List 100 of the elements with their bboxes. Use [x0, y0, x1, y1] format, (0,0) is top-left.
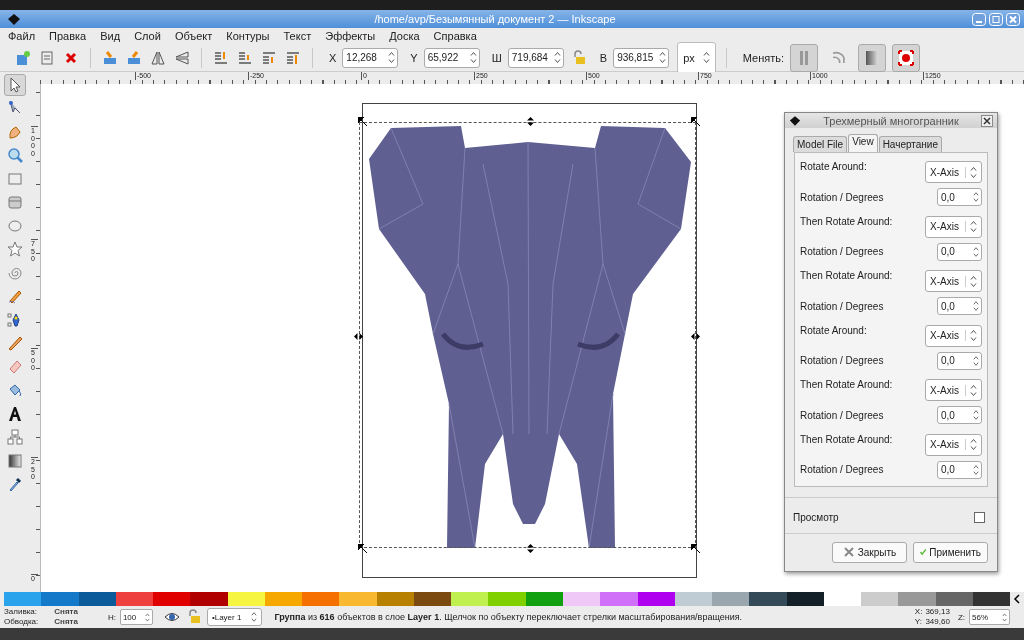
duplicate-icon[interactable] [14, 48, 32, 67]
tab[interactable]: Начертание [878, 136, 943, 153]
color-swatch[interactable] [972, 592, 1011, 606]
menu-item[interactable]: Справка [433, 30, 477, 42]
menu-item[interactable]: Правка [49, 30, 87, 42]
unit-dropdown[interactable]: px [677, 41, 716, 74]
spin-field[interactable]: 936,815 [613, 47, 670, 68]
rotate-right-icon[interactable] [125, 48, 143, 67]
degrees-field[interactable]: 0,0 [937, 351, 982, 370]
degrees-field[interactable]: 0,0 [937, 460, 982, 479]
scale-handle-icon[interactable] [526, 544, 535, 553]
color-swatch[interactable] [861, 592, 899, 606]
spin-field[interactable]: 65,922 [423, 47, 480, 68]
toggle-button[interactable] [892, 43, 920, 72]
scale-handle-icon[interactable] [354, 332, 363, 341]
color-swatch[interactable] [786, 592, 824, 606]
status-message: Группа из 616 объектов в слое Layer 1. Щелчок по объекту переключает стрелки масштабирования/вращения. [274, 612, 744, 622]
menu-item[interactable]: Контуры [226, 30, 270, 42]
menu-item[interactable]: Текст [283, 30, 312, 42]
zoom-field[interactable]: 56% [969, 609, 1010, 625]
spinner-arrows-icon[interactable] [973, 246, 979, 257]
color-swatch[interactable] [935, 592, 973, 606]
menu-item[interactable]: Вид [100, 30, 121, 42]
spinner-arrows-icon[interactable] [973, 355, 979, 366]
spin-field[interactable]: 12,268 [342, 47, 399, 68]
degrees-field[interactable]: 0,0 [937, 188, 982, 207]
menu-item[interactable]: Эффекты [325, 30, 376, 42]
spinner-arrows-icon[interactable] [659, 52, 667, 63]
color-swatch[interactable] [190, 592, 228, 606]
close-button[interactable]: Закрыть [832, 542, 907, 563]
spinner-arrows-icon[interactable] [973, 410, 979, 421]
color-swatch[interactable] [4, 592, 42, 606]
menu-item[interactable]: Доска [389, 30, 420, 42]
spinner-arrows-icon[interactable] [973, 301, 979, 312]
spinner-arrows-icon[interactable] [973, 464, 979, 475]
spinner-arrows-icon[interactable] [1002, 612, 1007, 622]
color-swatch[interactable] [302, 592, 340, 606]
color-swatch[interactable] [712, 592, 750, 606]
menu-item[interactable]: Слой [134, 30, 161, 42]
color-swatch[interactable] [153, 592, 191, 606]
scale-handle-icon[interactable] [691, 117, 700, 126]
field-label: Rotation / Degrees [800, 355, 884, 367]
scale-handle-icon[interactable] [691, 544, 700, 553]
scale-handle-icon[interactable] [358, 117, 367, 126]
color-swatch[interactable] [376, 592, 414, 606]
color-swatch[interactable] [115, 592, 154, 606]
degrees-field[interactable]: 0,0 [937, 297, 982, 316]
color-swatch[interactable] [563, 592, 601, 606]
tool-button[interactable] [4, 74, 26, 96]
maximize-icon[interactable] [989, 12, 1003, 26]
axis-dropdown[interactable]: X-Axis [925, 324, 982, 347]
toggle-button[interactable] [790, 43, 818, 72]
color-swatch[interactable] [227, 592, 265, 606]
axis-dropdown[interactable]: X-Axis [925, 270, 982, 293]
color-swatch[interactable] [78, 592, 116, 606]
opacity-field[interactable]: 100 [119, 609, 153, 625]
spin-field[interactable]: 719,684 [507, 47, 564, 68]
spinner-arrows-icon[interactable] [702, 52, 710, 63]
spinner-arrows-icon[interactable] [973, 192, 979, 203]
spinner-arrows-icon[interactable] [144, 612, 150, 622]
menu-item[interactable]: Файл [8, 30, 36, 42]
rotate-left-icon[interactable] [101, 48, 119, 67]
color-swatch[interactable] [488, 592, 526, 606]
flip-vertical-icon[interactable] [173, 48, 191, 67]
degrees-field[interactable]: 0,0 [937, 242, 982, 261]
spinner-arrows-icon[interactable] [388, 52, 396, 63]
axis-dropdown[interactable]: X-Axis [925, 215, 982, 238]
color-swatch[interactable] [525, 592, 563, 606]
axis-dropdown[interactable]: X-Axis [925, 379, 982, 402]
star-icon [7, 241, 23, 258]
minimize-icon[interactable] [972, 12, 986, 26]
scroll-left-icon[interactable] [1013, 594, 1022, 604]
color-swatch[interactable] [339, 592, 377, 606]
color-swatch[interactable] [898, 592, 936, 606]
color-swatch[interactable] [637, 592, 675, 606]
scale-handle-icon[interactable] [358, 544, 367, 553]
tab[interactable]: Model File [793, 136, 848, 153]
axis-dropdown[interactable]: X-Axis [925, 161, 982, 184]
color-swatch[interactable] [674, 592, 713, 606]
color-swatch[interactable] [41, 592, 79, 606]
color-swatch[interactable] [264, 592, 303, 606]
clone-icon[interactable] [38, 48, 56, 67]
color-swatch[interactable] [600, 592, 638, 606]
tab[interactable]: View [848, 134, 878, 153]
checkbox[interactable] [974, 512, 985, 524]
degrees-field[interactable]: 0,0 [937, 406, 982, 425]
toggle-button[interactable] [858, 43, 886, 72]
color-swatch[interactable] [413, 592, 452, 606]
menu-item[interactable]: Объект [174, 30, 213, 42]
axis-dropdown[interactable]: X-Axis [925, 433, 982, 456]
close-icon[interactable] [981, 114, 993, 127]
spinner-arrows-icon[interactable] [251, 612, 258, 622]
spinner-arrows-icon[interactable] [469, 52, 477, 63]
layer-dropdown[interactable]: •Layer 1 [206, 608, 263, 626]
color-swatch[interactable] [451, 592, 489, 606]
color-swatch[interactable] [749, 592, 787, 606]
apply-button[interactable]: Применить [913, 542, 988, 563]
scale-handle-icon[interactable] [691, 332, 700, 341]
color-swatch[interactable] [823, 592, 862, 606]
spinner-arrows-icon[interactable] [553, 52, 561, 63]
